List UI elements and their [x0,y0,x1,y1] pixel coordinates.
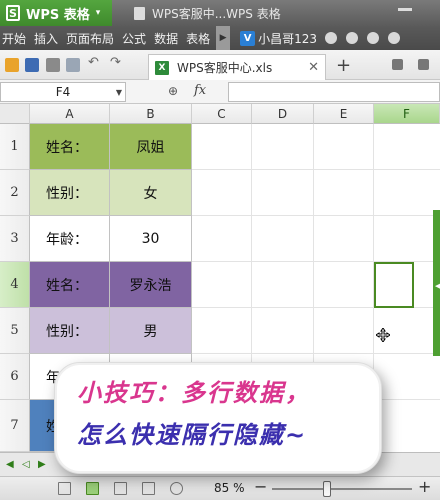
window-title-text: WPS客服中...WPS 表格 [152,6,281,21]
menu-right-icons [325,32,400,44]
cell-a4[interactable]: 姓名： [30,262,110,308]
print-preview-icon[interactable] [66,58,80,72]
formula-bar: F4 ▼ ⊕ fx [0,80,440,104]
column-header-b[interactable]: B [110,104,192,124]
menu-data[interactable]: 数据 [150,30,182,47]
row-header-3[interactable]: 3 [0,216,30,262]
first-sheet-icon[interactable]: ◀ [6,459,14,470]
column-header-e[interactable]: E [314,104,374,124]
tab-file[interactable]: X WPS客服中心.xls ✕ [148,54,326,80]
cell-a3[interactable]: 年龄： [30,216,110,262]
new-tab-button[interactable]: + [336,55,351,76]
page-layout-view-icon[interactable] [86,482,99,495]
zoom-slider-thumb[interactable] [323,481,331,497]
chevron-down-icon: ▾ [95,8,101,18]
menu-table[interactable]: 表格 [182,30,214,47]
menu-formula[interactable]: 公式 [118,30,150,47]
name-box-value: F4 [55,85,71,99]
shirt-icon[interactable] [367,32,379,44]
tab-file-label: WPS客服中心.xls [177,61,273,75]
page-break-view-icon[interactable] [114,482,127,495]
save-icon[interactable] [25,58,39,72]
cell-a1[interactable]: 姓名： [30,124,110,170]
move-cursor-icon [376,328,390,342]
column-header-d[interactable]: D [252,104,314,124]
menu-home[interactable]: 开始 [0,30,30,47]
cell-b1[interactable]: 凤姐 [110,124,192,170]
user-name: 小昌哥123 [258,31,317,46]
vip-icon: V [240,30,256,46]
row-header-2[interactable]: 2 [0,170,30,216]
menu-bar: 开始 插入 页面布局 公式 数据 表格 ▶ V 小昌哥123 [0,26,440,50]
cell-a2[interactable]: 性别： [30,170,110,216]
minimize-button[interactable] [398,8,412,11]
print-icon[interactable] [46,58,60,72]
close-icon[interactable]: ✕ [308,60,319,75]
active-cell-selection[interactable] [374,262,414,308]
name-box[interactable]: F4 ▼ [0,82,126,102]
menu-scroll-right-icon[interactable]: ▶ [216,26,231,50]
zoom-level[interactable]: 85 % [214,481,245,495]
excel-file-icon: X [155,60,169,75]
window-title: WPS客服中...WPS 表格 [134,0,281,26]
app-menu-button[interactable]: S WPS 表格 ▾ [0,0,112,26]
column-header-a[interactable]: A [30,104,110,124]
zoom-out-button[interactable]: − [254,477,267,496]
title-bar: S WPS 表格 ▾ WPS客服中...WPS 表格 [0,0,440,26]
fullscreen-icon[interactable] [142,482,155,495]
prev-sheet-icon[interactable]: ◁ [22,459,30,470]
document-icon [134,6,145,20]
formula-input[interactable] [228,82,440,102]
row-header-1[interactable]: 1 [0,124,30,170]
cell-b5[interactable]: 男 [110,308,192,354]
column-header-c[interactable]: C [192,104,252,124]
restore-icon[interactable] [418,59,429,70]
column-header-f[interactable]: F [374,104,440,124]
open-icon[interactable] [5,58,19,72]
sync-icon[interactable] [346,32,358,44]
row-header-6[interactable]: 6 [0,354,30,400]
tip-line-1: 小技巧：多行数据， [77,379,311,407]
zoom-lookup-icon[interactable]: ⊕ [168,84,178,98]
reading-mode-icon[interactable] [170,482,183,495]
cell-b3[interactable]: 30 [110,216,192,262]
menu-page-layout[interactable]: 页面布局 [62,30,118,47]
status-bar: 85 % − + [0,476,440,500]
tip-callout: 小技巧：多行数据， 怎么快速隔行隐藏~ [54,362,382,474]
fx-icon[interactable]: fx [194,83,206,98]
cell-b2[interactable]: 女 [110,170,192,216]
redo-icon[interactable]: ↷ [110,55,124,70]
normal-view-icon[interactable] [58,482,71,495]
user-account[interactable]: V 小昌哥123 [240,30,317,47]
chevron-down-icon[interactable]: ▼ [116,88,122,97]
zoom-slider-track[interactable] [272,488,412,490]
menu-insert[interactable]: 插入 [30,30,62,47]
row-header-5[interactable]: 5 [0,308,30,354]
row-header-4[interactable]: 4 [0,262,30,308]
cell-a5[interactable]: 性别： [30,308,110,354]
cell-b4[interactable]: 罗永浩 [110,262,192,308]
skin-icon[interactable] [325,32,337,44]
next-sheet-icon[interactable]: ▶ [38,459,46,470]
window-mode-icon[interactable] [392,59,403,70]
zoom-in-button[interactable]: + [418,477,431,496]
undo-icon[interactable]: ↶ [88,55,102,70]
quick-toolbar: ↶ ↷ X WPS客服中心.xls ✕ + [0,50,440,80]
row-header-7[interactable]: 7 [0,400,30,452]
help-icon[interactable] [388,32,400,44]
app-name: WPS 表格 [26,7,90,23]
wps-logo-icon: S [6,5,20,21]
chevron-left-icon: ◀ [435,282,440,290]
tip-line-2: 怎么快速隔行隐藏~ [77,421,308,449]
select-all-corner[interactable] [0,104,30,124]
